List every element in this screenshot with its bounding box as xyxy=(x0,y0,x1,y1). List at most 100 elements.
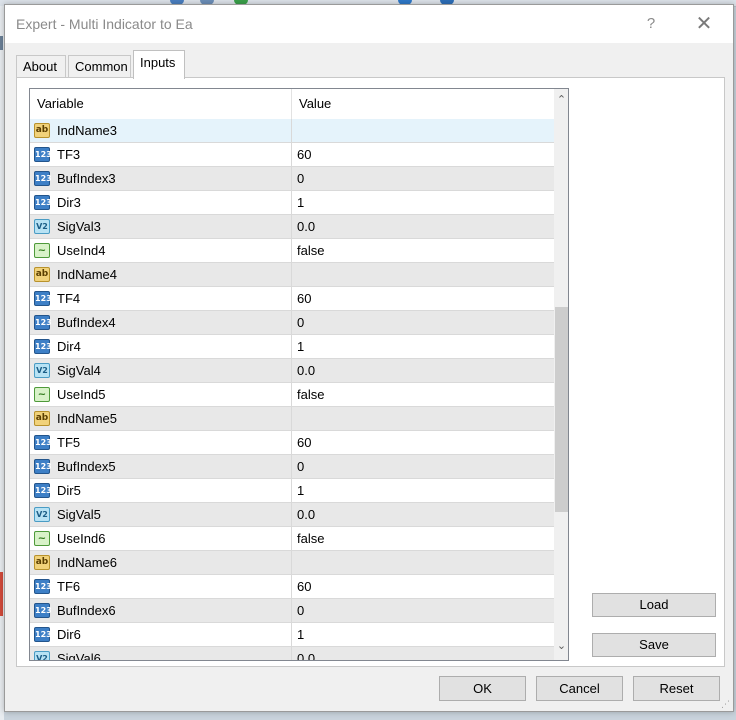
variable-cell[interactable]: ab IndName6 xyxy=(30,551,292,574)
column-header-value[interactable]: Value xyxy=(292,89,554,119)
variable-cell[interactable]: 123 TF4 xyxy=(30,287,292,310)
table-row[interactable]: 123 Dir5 1 xyxy=(30,479,554,503)
value-cell[interactable]: 1 xyxy=(292,479,554,502)
table-row[interactable]: ab IndName4 xyxy=(30,263,554,287)
variable-cell[interactable]: ~ UseInd4 xyxy=(30,239,292,262)
bool-type-icon: ~ xyxy=(34,243,50,258)
table-row[interactable]: 123 Dir3 1 xyxy=(30,191,554,215)
ok-button[interactable]: OK xyxy=(439,676,526,701)
grid-header: Variable Value xyxy=(30,89,554,120)
variable-cell[interactable]: ~ UseInd6 xyxy=(30,527,292,550)
table-row[interactable]: 123 BufIndex5 0 xyxy=(30,455,554,479)
value-cell[interactable]: 0.0 xyxy=(292,215,554,238)
variable-cell[interactable]: V2 SigVal3 xyxy=(30,215,292,238)
tab-about[interactable]: About xyxy=(16,55,66,77)
variable-cell[interactable]: ab IndName4 xyxy=(30,263,292,286)
cancel-button[interactable]: Cancel xyxy=(536,676,623,701)
variable-cell[interactable]: 123 TF3 xyxy=(30,143,292,166)
variable-name: TF5 xyxy=(57,435,81,450)
table-row[interactable]: ~ UseInd4 false xyxy=(30,239,554,263)
variable-cell[interactable]: ab IndName3 xyxy=(30,119,292,142)
table-row[interactable]: 123 BufIndex6 0 xyxy=(30,599,554,623)
table-row[interactable]: ~ UseInd6 false xyxy=(30,527,554,551)
value-cell[interactable]: 60 xyxy=(292,287,554,310)
value-cell[interactable] xyxy=(292,263,554,286)
value-cell[interactable]: 1 xyxy=(292,191,554,214)
variable-cell[interactable]: ab IndName5 xyxy=(30,407,292,430)
int-type-icon: 123 xyxy=(34,579,52,594)
vertical-scrollbar[interactable]: ⌃ ⌄ xyxy=(554,89,568,660)
scroll-down-icon[interactable]: ⌄ xyxy=(554,637,568,655)
value-cell[interactable]: 0 xyxy=(292,455,554,478)
variable-cell[interactable]: V2 SigVal6 xyxy=(30,647,292,660)
reset-button[interactable]: Reset xyxy=(633,676,720,701)
variable-cell[interactable]: 123 Dir3 xyxy=(30,191,292,214)
scroll-up-icon[interactable]: ⌃ xyxy=(554,91,568,109)
table-row[interactable]: 123 TF5 60 xyxy=(30,431,554,455)
variable-cell[interactable]: 123 Dir6 xyxy=(30,623,292,646)
table-row[interactable]: V2 SigVal4 0.0 xyxy=(30,359,554,383)
variable-cell[interactable]: 123 BufIndex3 xyxy=(30,167,292,190)
value-cell[interactable]: 1 xyxy=(292,335,554,358)
variable-cell[interactable]: V2 SigVal4 xyxy=(30,359,292,382)
table-row[interactable]: V2 SigVal3 0.0 xyxy=(30,215,554,239)
value-cell[interactable]: 0 xyxy=(292,599,554,622)
table-row[interactable]: 123 Dir6 1 xyxy=(30,623,554,647)
close-button[interactable]: ✕ xyxy=(688,11,720,37)
table-row[interactable]: 123 Dir4 1 xyxy=(30,335,554,359)
table-row[interactable]: V2 SigVal5 0.0 xyxy=(30,503,554,527)
variable-cell[interactable]: 123 Dir4 xyxy=(30,335,292,358)
table-row[interactable]: ab IndName5 xyxy=(30,407,554,431)
scrollbar-thumb[interactable] xyxy=(555,307,568,512)
int-type-icon: 123 xyxy=(34,291,52,306)
table-row[interactable]: 123 BufIndex3 0 xyxy=(30,167,554,191)
variable-cell[interactable]: 123 TF6 xyxy=(30,575,292,598)
value-cell[interactable]: 0 xyxy=(292,311,554,334)
value-cell[interactable]: 0.0 xyxy=(292,503,554,526)
variable-name: Dir6 xyxy=(57,627,81,642)
table-row[interactable]: 123 TF6 60 xyxy=(30,575,554,599)
value-cell[interactable]: 60 xyxy=(292,575,554,598)
value-cell[interactable]: false xyxy=(292,527,554,550)
table-row[interactable]: ab IndName3 xyxy=(30,119,554,143)
value-cell[interactable]: 0 xyxy=(292,167,554,190)
table-row[interactable]: ~ UseInd5 false xyxy=(30,383,554,407)
title-bar[interactable]: Expert - Multi Indicator to Ea ? ✕ xyxy=(5,5,733,43)
variable-cell[interactable]: V2 SigVal5 xyxy=(30,503,292,526)
value-cell[interactable]: 60 xyxy=(292,431,554,454)
help-button[interactable]: ? xyxy=(636,11,666,37)
variable-cell[interactable]: ~ UseInd5 xyxy=(30,383,292,406)
table-row[interactable]: 123 TF4 60 xyxy=(30,287,554,311)
variable-cell[interactable]: 123 TF5 xyxy=(30,431,292,454)
value-cell[interactable] xyxy=(292,119,554,142)
table-row[interactable]: 123 TF3 60 xyxy=(30,143,554,167)
value-cell[interactable]: 1 xyxy=(292,623,554,646)
tab-common[interactable]: Common xyxy=(68,55,131,77)
value-cell[interactable]: 0.0 xyxy=(292,359,554,382)
variable-name: IndName6 xyxy=(57,555,117,570)
variable-cell[interactable]: 123 Dir5 xyxy=(30,479,292,502)
int-type-icon: 123 xyxy=(34,435,52,450)
table-row[interactable]: ab IndName6 xyxy=(30,551,554,575)
variable-name: UseInd5 xyxy=(57,387,106,402)
value-cell[interactable] xyxy=(292,407,554,430)
save-button[interactable]: Save xyxy=(592,633,716,657)
grid-rows: ab IndName3 123 TF3 60 123 BufIndex3 0 123 Dir3 1 V… xyxy=(30,119,554,660)
value-cell[interactable]: 60 xyxy=(292,143,554,166)
value-cell[interactable] xyxy=(292,551,554,574)
table-row[interactable]: V2 SigVal6 0.0 xyxy=(30,647,554,660)
value-cell[interactable]: 0.0 xyxy=(292,647,554,660)
variable-cell[interactable]: 123 BufIndex6 xyxy=(30,599,292,622)
variable-cell[interactable]: 123 BufIndex5 xyxy=(30,455,292,478)
variable-cell[interactable]: 123 BufIndex4 xyxy=(30,311,292,334)
resize-grip-icon[interactable]: ⋰ xyxy=(721,699,731,709)
value-cell[interactable]: false xyxy=(292,383,554,406)
column-header-variable[interactable]: Variable xyxy=(30,89,292,119)
tab-inputs[interactable]: Inputs xyxy=(133,50,185,79)
table-row[interactable]: 123 BufIndex4 0 xyxy=(30,311,554,335)
value-cell[interactable]: false xyxy=(292,239,554,262)
load-button[interactable]: Load xyxy=(592,593,716,617)
variable-name: UseInd4 xyxy=(57,243,106,258)
int-type-icon: 123 xyxy=(34,483,52,498)
window-title: Expert - Multi Indicator to Ea xyxy=(16,16,193,32)
